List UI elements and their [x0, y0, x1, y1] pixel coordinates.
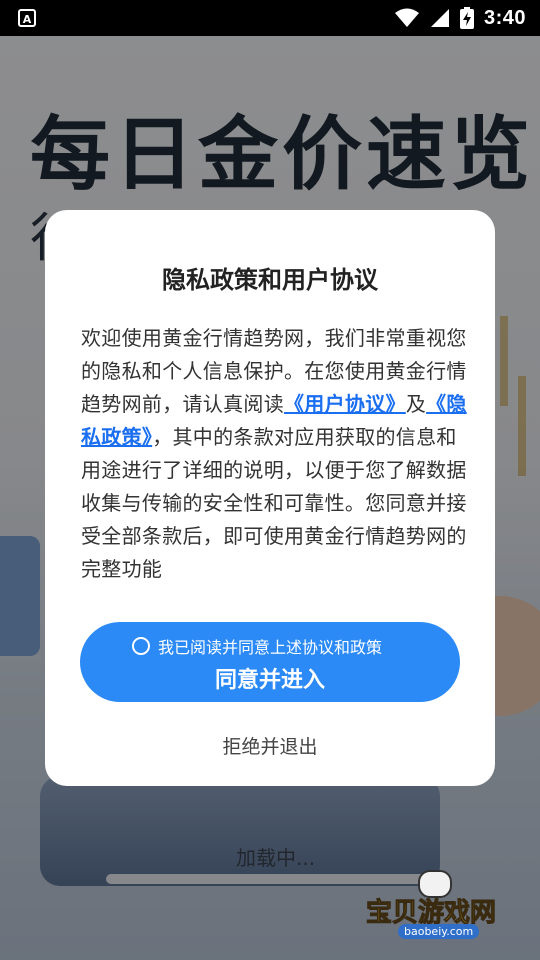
agree-button[interactable]: 我已阅读并同意上述协议和政策 同意并进入: [80, 622, 460, 702]
watermark-url: baobeiy.com: [398, 924, 480, 939]
status-time: 3:40: [483, 6, 526, 29]
a-icon: A: [18, 9, 36, 27]
dialog-body: 欢迎使用黄金行情趋势网，我们非常重视您的隐私和个人信息保护。在您使用黄金行情趋势…: [81, 322, 467, 586]
status-bar: A 3:40: [0, 0, 540, 36]
wifi-icon: [394, 8, 419, 27]
status-icons: 3:40: [394, 0, 526, 36]
watermark: 宝贝游戏网 baobeiy.com: [362, 870, 512, 946]
user-agreement-link[interactable]: 《用户协议》: [284, 392, 406, 416]
agree-button-label: 同意并进入: [214, 668, 325, 693]
reject-button[interactable]: 拒绝并退出: [45, 732, 495, 759]
body-text-and: 及: [405, 392, 427, 416]
signal-icon: [430, 9, 449, 27]
battery-charging-icon: [459, 7, 474, 29]
consent-radio[interactable]: [132, 637, 150, 655]
consent-label: 我已阅读并同意上述协议和政策: [158, 638, 383, 657]
dialog-title: 隐私政策和用户协议: [162, 266, 378, 294]
privacy-dialog: 隐私政策和用户协议 欢迎使用黄金行情趋势网，我们非常重视您的隐私和个人信息保护。…: [45, 210, 495, 786]
